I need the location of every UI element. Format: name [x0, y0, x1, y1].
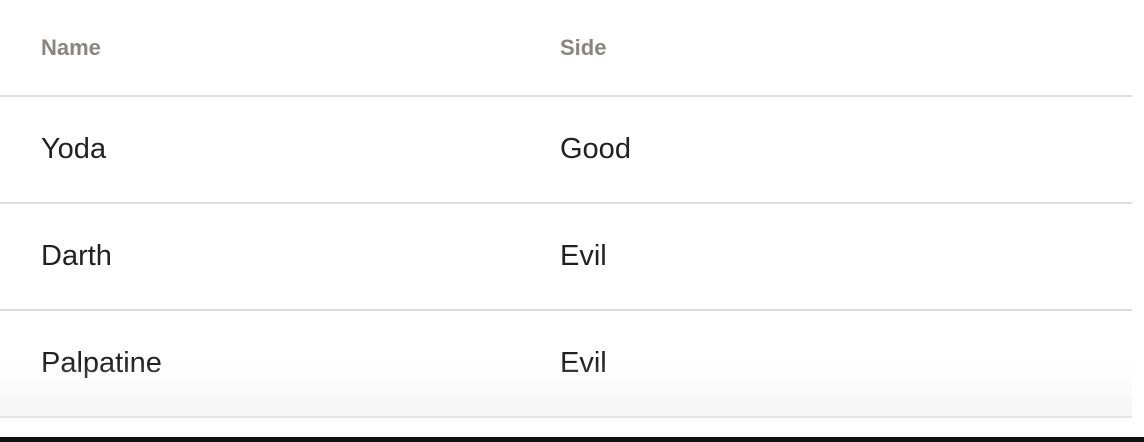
name-cell: Darth	[0, 203, 519, 311]
window-bottom-edge	[0, 437, 1144, 442]
name-cell: Yoda	[0, 96, 519, 204]
side-cell: Evil	[519, 310, 1132, 418]
column-header-name[interactable]: Name	[0, 0, 519, 97]
table-header: Name Side	[0, 0, 1132, 97]
name-cell: Palpatine	[0, 310, 519, 418]
side-cell: Good	[519, 96, 1132, 204]
table-body: Yoda Good Darth Evil Palpatine Evil	[0, 96, 1132, 418]
data-table: Name Side Yoda Good Darth Evil Palpatine…	[0, 0, 1132, 418]
table-row[interactable]: Yoda Good	[0, 96, 1132, 204]
side-cell: Evil	[519, 203, 1132, 311]
header-row: Name Side	[0, 0, 1132, 97]
table-row[interactable]: Darth Evil	[0, 203, 1132, 311]
table-row[interactable]: Palpatine Evil	[0, 310, 1132, 418]
column-header-side[interactable]: Side	[519, 0, 1132, 97]
